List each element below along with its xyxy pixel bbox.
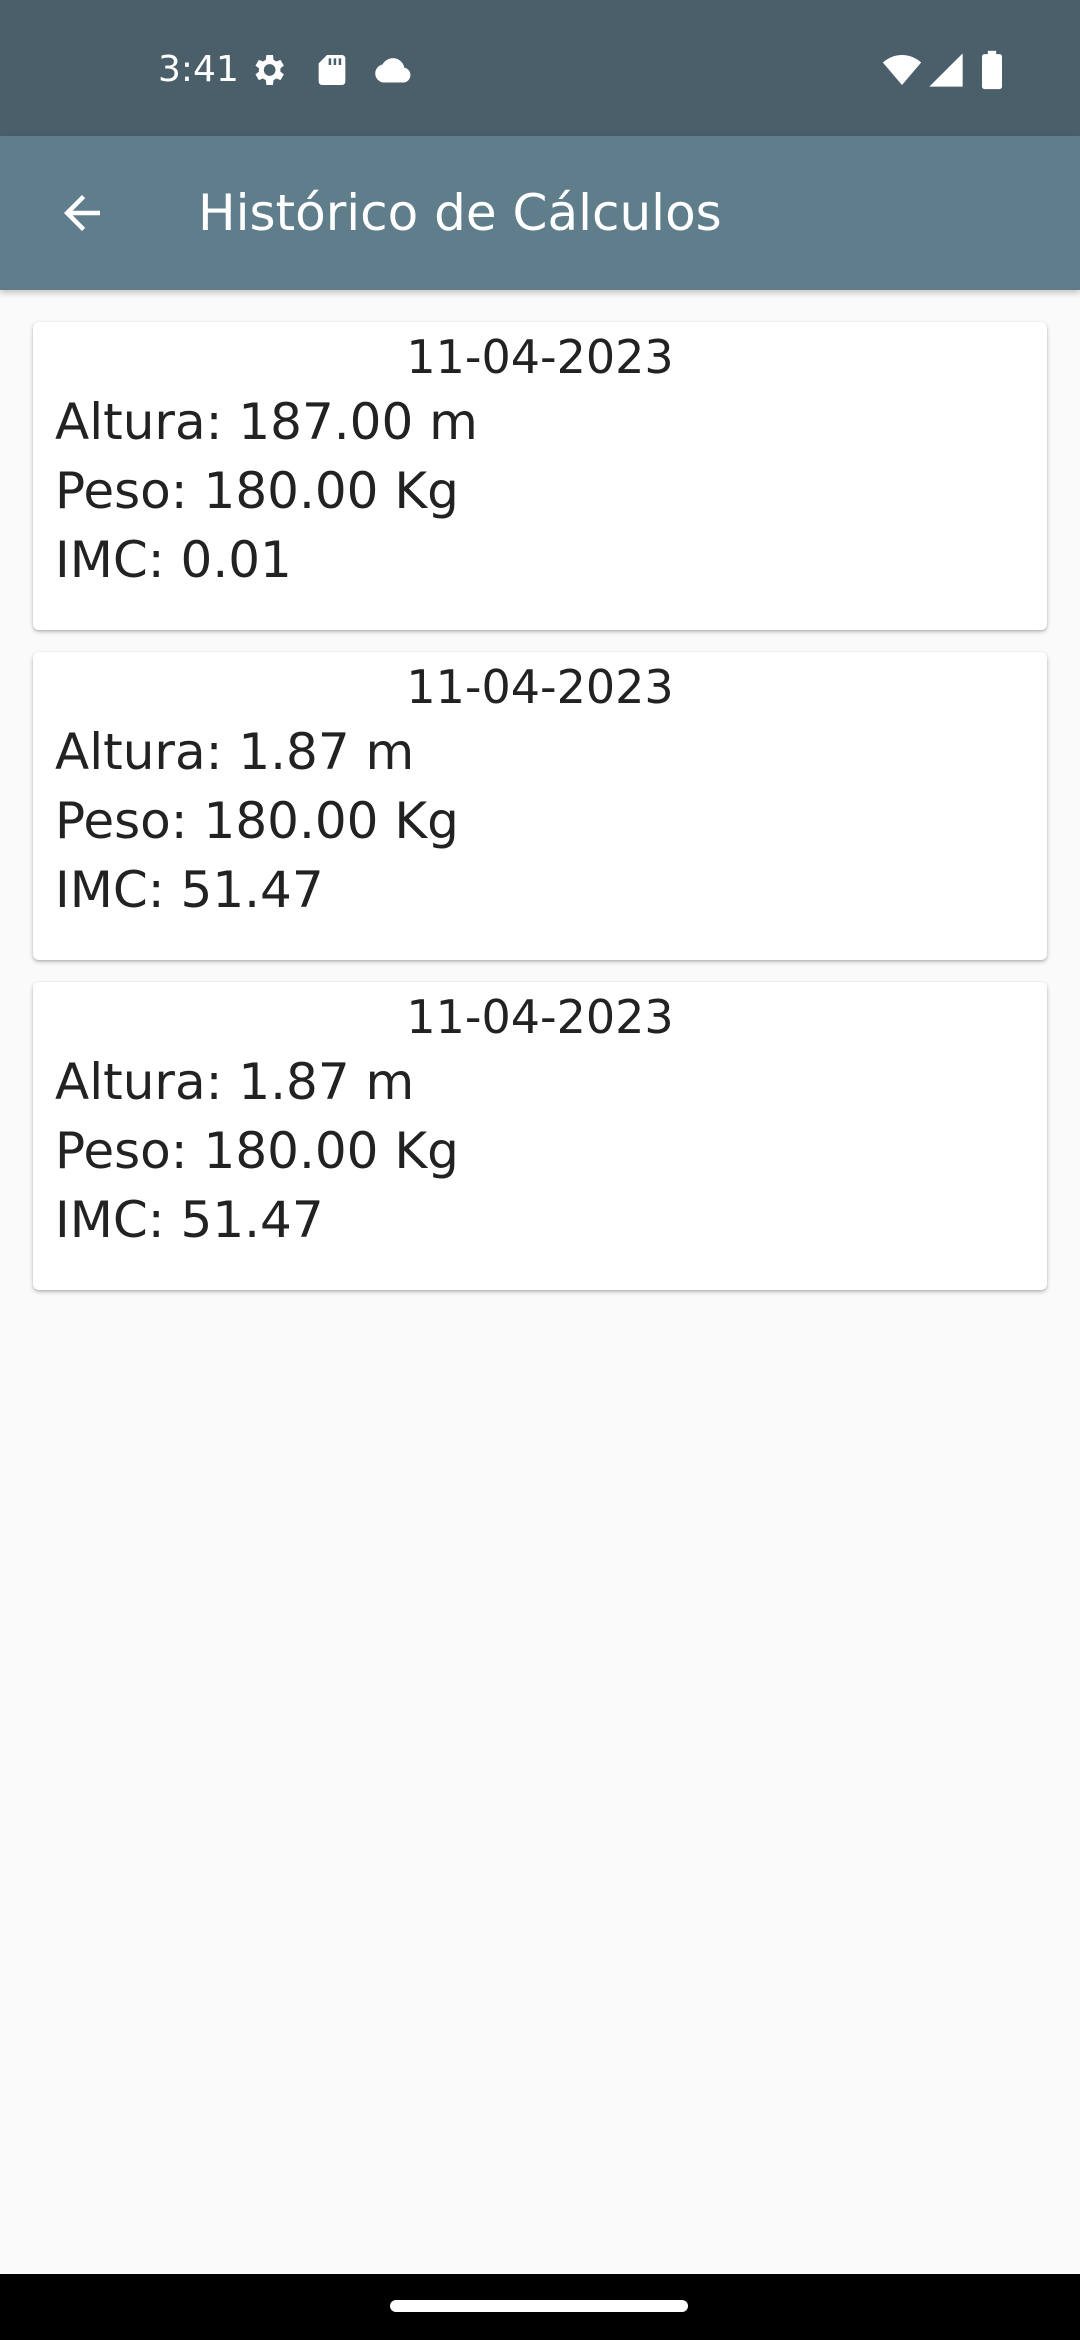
record-date: 11-04-2023 bbox=[406, 660, 674, 714]
record-altura: Altura: 1.87 m bbox=[55, 723, 415, 781]
wifi-icon bbox=[882, 55, 922, 85]
battery-icon bbox=[982, 50, 1002, 90]
back-button[interactable] bbox=[40, 171, 124, 255]
record-altura: Altura: 1.87 m bbox=[55, 1053, 415, 1111]
cloud-icon bbox=[375, 58, 411, 83]
record-peso: Peso: 180.00 Kg bbox=[55, 462, 459, 520]
arrow-back-icon bbox=[64, 195, 100, 231]
status-bar: 3:41 bbox=[0, 0, 1080, 136]
record-imc: IMC: 51.47 bbox=[55, 861, 324, 919]
navigation-bar bbox=[0, 2274, 1080, 2340]
record-date: 11-04-2023 bbox=[406, 990, 674, 1044]
app-bar: Histórico de Cálculos bbox=[0, 136, 1080, 290]
record-peso: Peso: 180.00 Kg bbox=[55, 792, 459, 850]
record-altura: Altura: 187.00 m bbox=[55, 393, 478, 451]
sd-card-icon bbox=[318, 55, 346, 85]
settings-icon bbox=[255, 55, 284, 85]
history-list: 11-04-2023 Altura: 187.00 m Peso: 180.00… bbox=[33, 322, 1047, 1312]
history-card[interactable]: 11-04-2023 Altura: 187.00 m Peso: 180.00… bbox=[33, 322, 1047, 630]
status-time: 3:41 bbox=[158, 49, 239, 90]
record-imc: IMC: 0.01 bbox=[55, 531, 292, 589]
page-title: Histórico de Cálculos bbox=[198, 184, 722, 242]
history-card[interactable]: 11-04-2023 Altura: 1.87 m Peso: 180.00 K… bbox=[33, 652, 1047, 960]
record-date: 11-04-2023 bbox=[406, 330, 674, 384]
record-peso: Peso: 180.00 Kg bbox=[55, 1122, 459, 1180]
home-gesture-handle[interactable] bbox=[390, 2300, 688, 2312]
record-imc: IMC: 51.47 bbox=[55, 1191, 324, 1249]
history-card[interactable]: 11-04-2023 Altura: 1.87 m Peso: 180.00 K… bbox=[33, 982, 1047, 1290]
cell-signal-icon bbox=[929, 53, 963, 87]
